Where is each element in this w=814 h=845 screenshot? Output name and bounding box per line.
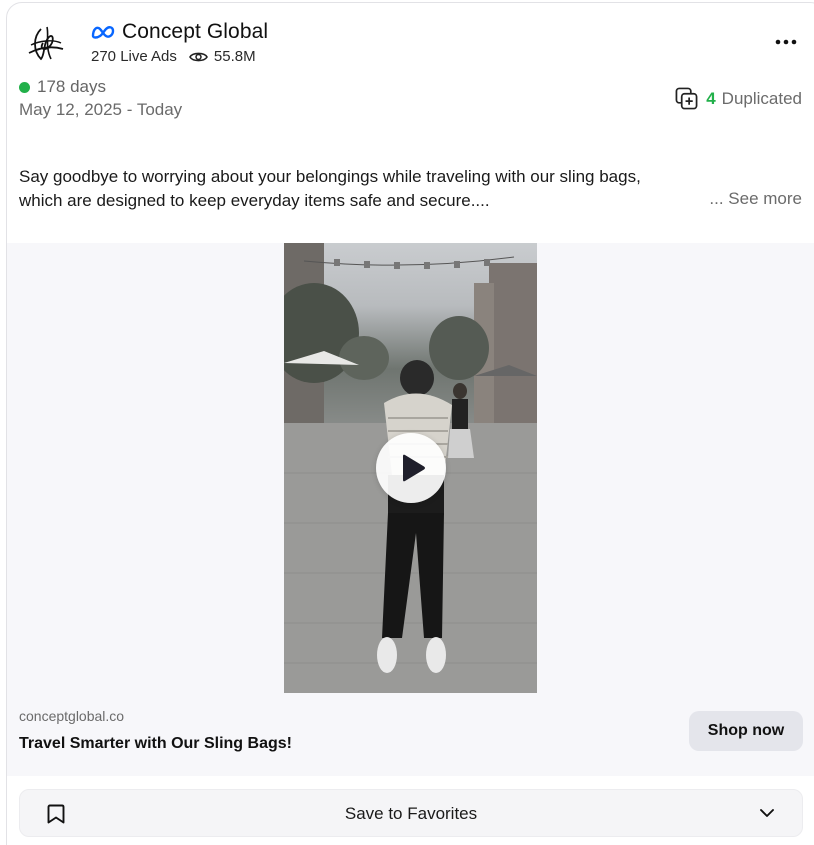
save-to-favorites-button[interactable]: Save to Favorites bbox=[19, 789, 803, 837]
save-to-favorites-label: Save to Favorites bbox=[344, 804, 478, 823]
views-count: 55.8M bbox=[213, 48, 256, 65]
advertiser-stats: 270 Live Ads 55.8M bbox=[91, 48, 256, 65]
play-icon bbox=[403, 454, 425, 482]
see-more-link[interactable]: ... See more bbox=[709, 189, 802, 209]
meta-icon bbox=[91, 26, 115, 39]
play-button[interactable] bbox=[376, 433, 446, 503]
active-status-dot bbox=[19, 81, 30, 93]
ad-headline: Travel Smarter with Our Sling Bags! bbox=[19, 735, 292, 752]
duplicate-icon bbox=[675, 87, 698, 110]
duplicated-count: 4 bbox=[706, 88, 716, 108]
active-duration: 178 days bbox=[19, 77, 106, 97]
advertiser-logo-icon[interactable] bbox=[19, 19, 71, 67]
advertiser-name[interactable]: Concept Global bbox=[122, 20, 268, 44]
eye-icon bbox=[188, 52, 208, 61]
date-range: May 12, 2025 - Today bbox=[19, 100, 183, 119]
shop-now-button[interactable]: Shop now bbox=[689, 711, 803, 751]
ad-body-text: Say goodbye to worrying about your belon… bbox=[19, 165, 719, 213]
more-options-icon[interactable] bbox=[775, 33, 797, 51]
duplicated-indicator[interactable]: 4 Duplicated bbox=[675, 87, 802, 110]
ad-text-line: Say goodbye to worrying about your belon… bbox=[19, 167, 641, 186]
duplicated-label: Duplicated bbox=[721, 88, 802, 108]
chevron-down-icon[interactable] bbox=[759, 807, 775, 819]
days-active: 178 days bbox=[37, 77, 106, 96]
ad-text-line: which are designed to keep everyday item… bbox=[19, 191, 490, 210]
live-ads-count: 270 Live Ads bbox=[91, 48, 177, 65]
advertiser-header: Concept Global bbox=[90, 20, 268, 44]
ad-domain[interactable]: conceptglobal.co bbox=[19, 708, 124, 724]
